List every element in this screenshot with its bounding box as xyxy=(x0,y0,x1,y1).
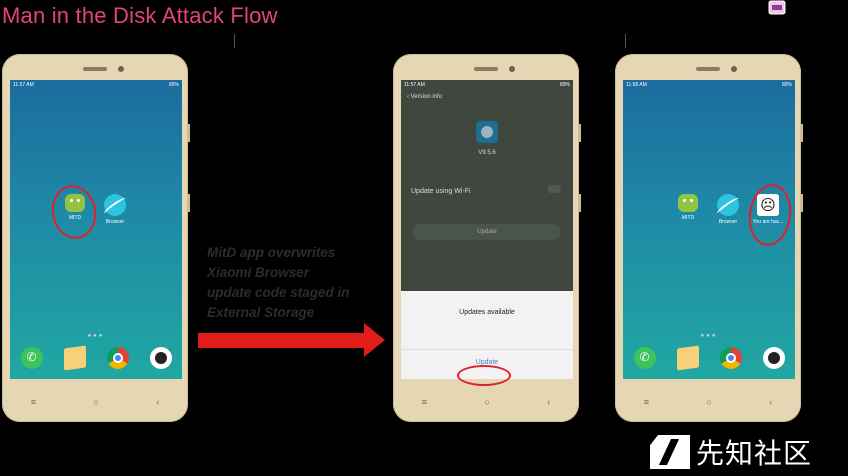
home-screen: 11:57 AM 89% MITD Browser ●●● xyxy=(10,80,182,379)
flow-arrow-head xyxy=(364,323,385,357)
side-button xyxy=(800,124,803,142)
back-icon[interactable]: ‹ xyxy=(156,397,159,407)
description-line: Xiaomi Browser xyxy=(207,265,310,280)
side-button xyxy=(187,194,190,212)
phone-before: 11:57 AM 89% MITD Browser ●●● ≡ ○ ‹ xyxy=(2,54,190,422)
phone-after: 11:58 AM 89% MITD Browser You are hac...… xyxy=(615,54,803,422)
divider-line xyxy=(234,34,235,48)
slide-title: Man in the Disk Attack Flow xyxy=(2,3,278,28)
chrome-app-icon[interactable] xyxy=(719,347,742,369)
chrome-app-icon[interactable] xyxy=(106,347,129,369)
status-battery: 89% xyxy=(781,82,792,88)
description-line: update code staged in xyxy=(207,285,350,300)
app-dock xyxy=(623,345,795,371)
home-icon[interactable]: ○ xyxy=(93,397,98,407)
home-icon[interactable]: ○ xyxy=(706,397,711,407)
phone-camera xyxy=(118,66,124,72)
status-bar: 11:57 AM 89% xyxy=(401,80,573,90)
phone-app-icon[interactable] xyxy=(20,347,43,369)
page-indicator: ●●● xyxy=(700,333,718,339)
phone-update: 11:57 AM 89% ‹ Version info V9.5.6 Updat… xyxy=(393,54,581,422)
phone-camera xyxy=(509,66,515,72)
flow-arrow-shaft xyxy=(198,333,366,348)
menu-icon[interactable]: ≡ xyxy=(31,397,36,407)
app-label: MITD xyxy=(681,215,695,221)
nav-bar: ≡ ○ ‹ xyxy=(615,392,801,412)
app-mitd[interactable]: MITD xyxy=(671,194,705,221)
header-title: Version info xyxy=(410,94,443,100)
screen-header: ‹ Version info xyxy=(407,94,442,100)
app-dock xyxy=(10,345,182,371)
status-battery: 89% xyxy=(168,82,179,88)
menu-icon[interactable]: ≡ xyxy=(644,397,649,407)
description-line: MitD app overwrites xyxy=(207,245,336,260)
dialog-divider xyxy=(401,349,573,350)
phone-speaker xyxy=(83,67,107,71)
miui-version-icon xyxy=(476,121,498,143)
back-icon[interactable]: ‹ xyxy=(769,397,772,407)
app-browser[interactable]: Browser xyxy=(98,194,132,225)
status-time: 11:58 AM xyxy=(626,82,647,88)
side-button xyxy=(578,124,581,142)
page-indicator: ●●● xyxy=(87,333,105,339)
notes-app-icon[interactable] xyxy=(676,345,699,371)
phone-app-icon[interactable] xyxy=(633,347,656,369)
notes-app-icon[interactable] xyxy=(63,345,86,371)
phone-speaker xyxy=(474,67,498,71)
wifi-toggle[interactable] xyxy=(547,185,561,193)
nav-bar: ≡ ○ ‹ xyxy=(393,392,579,412)
dialog-message: Updates available xyxy=(459,309,515,316)
description-line: External Storage xyxy=(207,305,315,320)
highlight-circle xyxy=(457,365,511,386)
back-icon[interactable]: ‹ xyxy=(547,397,550,407)
divider-line xyxy=(625,34,626,48)
nav-bar: ≡ ○ ‹ xyxy=(2,392,188,412)
side-button xyxy=(800,194,803,212)
status-time: 11:57 AM xyxy=(404,82,425,88)
phone-camera xyxy=(731,66,737,72)
attack-description: MitD app overwrites Xiaomi Browser updat… xyxy=(207,243,382,323)
status-battery: 89% xyxy=(559,82,570,88)
android-icon xyxy=(678,194,698,212)
brand-text: 先知社区 xyxy=(696,437,813,470)
brand-watermark: 先知社区 xyxy=(650,432,812,472)
phone-speaker xyxy=(696,67,720,71)
menu-icon[interactable]: ≡ xyxy=(422,397,427,407)
update-button[interactable]: Update xyxy=(413,224,561,240)
camera-app-icon[interactable] xyxy=(762,347,785,369)
app-browser[interactable]: Browser xyxy=(711,194,745,225)
status-bar: 11:57 AM 89% xyxy=(10,80,182,90)
home-icon[interactable]: ○ xyxy=(484,397,489,407)
app-label: Browser xyxy=(718,219,738,225)
browser-icon xyxy=(104,194,126,216)
version-info-screen: 11:57 AM 89% ‹ Version info V9.5.6 Updat… xyxy=(401,80,573,379)
wifi-option-label: Update using Wi-Fi xyxy=(411,188,471,195)
browser-icon xyxy=(717,194,739,216)
version-number: V9.5.6 xyxy=(478,150,496,156)
xianzhi-logo-icon xyxy=(650,435,690,469)
presenter-logo-icon xyxy=(768,0,786,15)
camera-app-icon[interactable] xyxy=(149,347,172,369)
side-button xyxy=(578,194,581,212)
back-arrow-icon[interactable]: ‹ xyxy=(407,94,409,100)
status-time: 11:57 AM xyxy=(13,82,34,88)
app-label: Browser xyxy=(105,219,125,225)
status-bar: 11:58 AM 89% xyxy=(623,80,795,90)
side-button xyxy=(187,124,190,142)
